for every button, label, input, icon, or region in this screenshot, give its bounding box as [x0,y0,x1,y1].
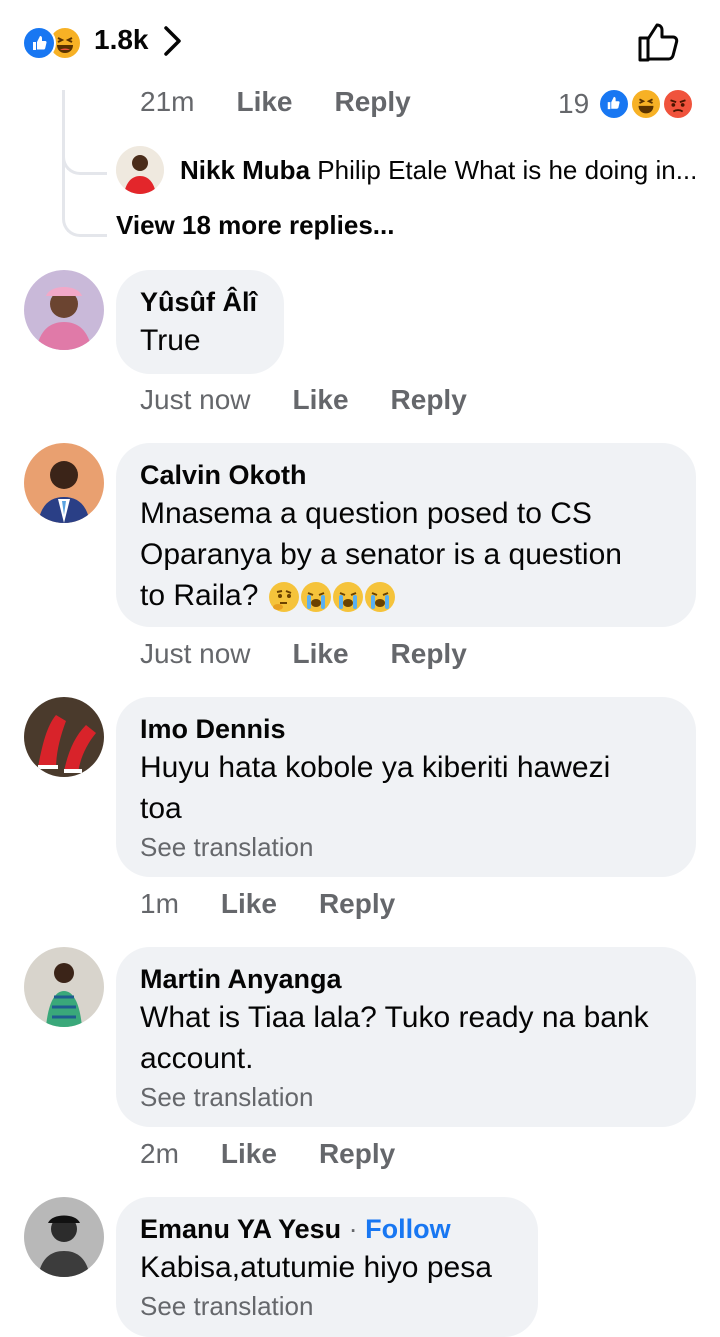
comment-reaction-count[interactable]: 19 [558,88,589,120]
comment-header: Emanu YA Yesu · Follow [140,1211,514,1247]
comment-actions: 2m Like Reply [140,1138,395,1170]
reply-button[interactable]: Reply [319,888,395,920]
comment-text: Kabisa,atutumie hiyo pesa [140,1251,492,1284]
see-translation-link[interactable]: See translation [140,1288,514,1324]
reply-button[interactable]: Reply [335,86,411,118]
thread-connector [62,170,107,237]
comment-bubble[interactable]: Emanu YA Yesu · Follow Kabisa,atutumie h… [116,1197,538,1337]
comment-time: Just now [140,638,251,669]
separator: · [348,1214,358,1244]
comment-text-line: What is Tiaa lala? Tuko ready na bank [140,1001,649,1034]
view-more-replies-link[interactable]: View 18 more replies... [116,210,394,241]
comment-text-line: account. [140,1042,254,1075]
comment-text: True [140,324,201,357]
avatar[interactable] [24,697,104,777]
reply-button[interactable]: Reply [391,384,467,416]
comment-author[interactable]: Martin Anyanga [140,961,672,997]
comment-bubble[interactable]: Martin Anyanga What is Tiaa lala? Tuko r… [116,947,696,1127]
chevron-right-icon[interactable] [162,24,184,58]
comment-author[interactable]: Calvin Okoth [140,457,672,493]
comment-text-line: toa [140,792,182,825]
thinking-emoji-icon [268,582,299,613]
comment-time: 2m [140,1138,179,1169]
avatar[interactable] [24,270,104,350]
see-translation-link[interactable]: See translation [140,1079,672,1115]
comment-time: Just now [140,384,251,415]
crying-emoji-icon [364,582,395,613]
like-button[interactable]: Like [236,86,292,118]
comment-text-line: Huyu hata kobole ya kiberiti hawezi [140,751,611,784]
comment-reaction-icons[interactable] [598,88,698,120]
thumbs-up-outline-icon[interactable] [636,20,682,64]
angry-reaction-icon [662,88,694,120]
comment-time: 21m [140,86,195,117]
comment-text-end: to Raila? [140,579,259,612]
see-translation-link[interactable]: See translation [140,829,672,865]
comment-text-line: Oparanya by a senator is a question [140,538,622,571]
nested-reply[interactable]: Nikk Muba Philip Etale What is he doing … [180,155,700,186]
avatar[interactable] [24,443,104,523]
like-button[interactable]: Like [221,888,277,920]
comment-time: 1m [140,888,179,919]
reaction-count[interactable]: 1.8k [94,24,149,56]
crying-emoji-icon [332,582,363,613]
reply-text: Philip Etale What is he doing in... [317,155,698,185]
like-button[interactable]: Like [221,1138,277,1170]
reply-author[interactable]: Nikk Muba [180,155,310,185]
comment-bubble[interactable]: Imo Dennis Huyu hata kobole ya kiberiti … [116,697,696,877]
comment-author[interactable]: Yûsûf Âlî [140,284,260,320]
reply-button[interactable]: Reply [319,1138,395,1170]
reaction-icons [22,26,92,60]
thread-connector [62,128,107,175]
comment-bubble[interactable]: Calvin Okoth Mnasema a question posed to… [116,443,696,627]
follow-button[interactable]: Follow [365,1214,450,1244]
like-reaction-icon [598,88,630,120]
comment-text-line: Mnasema a question posed to CS [140,497,592,530]
reaction-summary-bar[interactable]: 1.8k [0,0,720,84]
reply-button[interactable]: Reply [391,638,467,670]
like-reaction-icon [22,26,56,60]
comment-actions: 1m Like Reply [140,888,395,920]
avatar[interactable] [24,947,104,1027]
comment-author[interactable]: Emanu YA Yesu [140,1214,341,1244]
like-button[interactable]: Like [293,384,349,416]
comment-actions: Just now Like Reply [140,384,467,416]
comment-actions: 21m Like Reply [140,86,411,118]
comment-bubble[interactable]: Yûsûf Âlî True [116,270,284,374]
crying-emoji-icon [300,582,331,613]
like-button[interactable]: Like [293,638,349,670]
avatar[interactable] [116,146,164,194]
comment-author[interactable]: Imo Dennis [140,711,672,747]
comment-text-line: to Raila? [140,575,672,616]
haha-reaction-icon [630,88,662,120]
comment-actions: Just now Like Reply [140,638,467,670]
avatar[interactable] [24,1197,104,1277]
